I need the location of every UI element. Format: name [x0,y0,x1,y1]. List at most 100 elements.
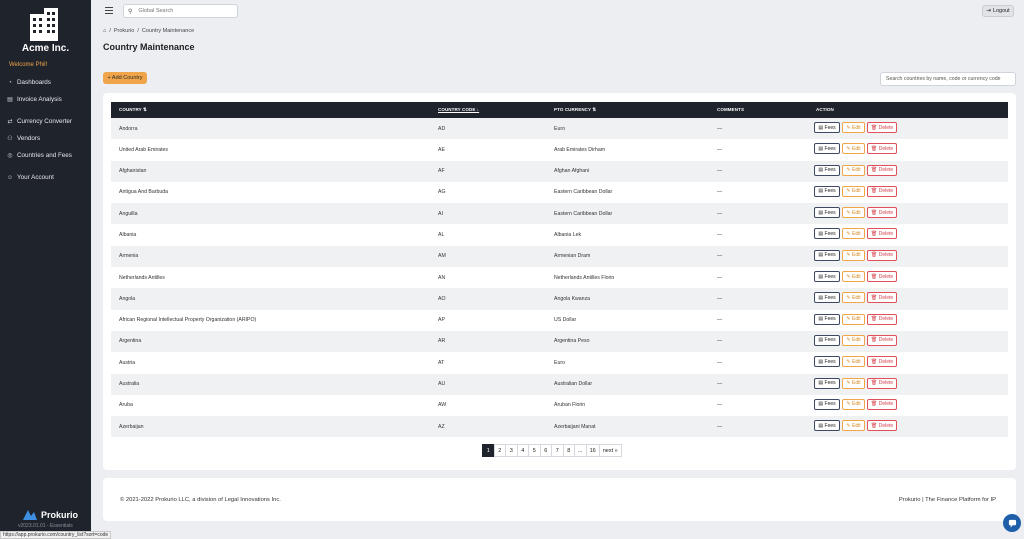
cell-country-code: AN [438,274,446,281]
fees-button[interactable]: ▤ Fees [814,271,840,283]
breadcrumb-current: Country Maintenance [141,28,195,34]
delete-button[interactable]: 🗑 Delete [867,398,897,410]
fees-button[interactable]: ▤ Fees [814,228,840,240]
edit-button[interactable]: ✎ Edit [842,292,865,304]
delete-button[interactable]: 🗑 Delete [867,313,897,325]
global-search[interactable]: ⚲ [123,4,238,18]
fees-button[interactable]: ▤ Fees [814,185,840,197]
cell-comments: — [717,210,723,217]
row-actions: ▤ Fees ✎ Edit 🗑 Delete [814,207,897,219]
sidebar-item-countries-and-fees[interactable]: ◎ Countries and Fees [7,152,72,159]
trash-icon: 🗑 [870,188,878,195]
edit-button[interactable]: ✎ Edit [842,313,865,325]
trash-icon: 🗑 [870,337,878,344]
edit-button[interactable]: ✎ Edit [842,420,865,432]
pagination-next[interactable]: next » [598,444,622,457]
home-icon[interactable]: ⌂ [103,28,106,34]
fees-button[interactable]: ▤ Fees [814,377,840,389]
fees-button[interactable]: ▤ Fees [814,164,840,176]
edit-button[interactable]: ✎ Edit [842,271,865,283]
edit-button[interactable]: ✎ Edit [842,207,865,219]
delete-button[interactable]: 🗑 Delete [867,207,897,219]
fees-button[interactable]: ▤ Fees [814,207,840,219]
edit-button[interactable]: ✎ Edit [842,334,865,346]
cell-pto-currency: Armenian Dram [554,253,591,260]
edit-button[interactable]: ✎ Edit [842,377,865,389]
delete-button[interactable]: 🗑 Delete [867,356,897,368]
breadcrumb-prokurio[interactable]: Prokurio [114,28,134,34]
cell-country: Netherlands Antilles [119,274,165,281]
sidebar-item-invoice-analysis[interactable]: ▤ Invoice Analysis [7,96,62,103]
fees-button[interactable]: ▤ Fees [814,249,840,261]
delete-button[interactable]: 🗑 Delete [867,164,897,176]
trash-icon: 🗑 [870,358,878,365]
chat-icon [1008,519,1016,528]
delete-button[interactable]: 🗑 Delete [867,292,897,304]
delete-button[interactable]: 🗑 Delete [867,377,897,389]
cell-comments: — [717,168,723,175]
pagination-page[interactable]: 16 [585,444,600,457]
cell-pto-currency: Aruban Florin [554,402,586,409]
sidebar-item-your-account[interactable]: ☺ Your Account [7,174,54,181]
header-country-code[interactable]: COUNTRY CODE ↓ [438,107,479,112]
edit-button[interactable]: ✎ Edit [842,249,865,261]
edit-button[interactable]: ✎ Edit [842,356,865,368]
cell-comments: — [717,231,723,238]
fees-icon: ▤ [818,316,824,323]
row-actions: ▤ Fees ✎ Edit 🗑 Delete [814,228,897,240]
menu-toggle-icon[interactable] [105,7,113,14]
delete-button[interactable]: 🗑 Delete [867,185,897,197]
global-search-input[interactable] [138,8,229,14]
edit-icon: ✎ [846,230,851,237]
edit-button[interactable]: ✎ Edit [842,228,865,240]
edit-icon: ✎ [846,337,851,344]
row-actions: ▤ Fees ✎ Edit 🗑 Delete [814,122,897,133]
chat-widget-button[interactable] [1003,514,1021,532]
search-icon: ⚲ [128,8,133,15]
header-pto-currency[interactable]: PTO CURRENCY ⇅ [554,107,596,113]
sidebar-item-currency-converter[interactable]: ⇄ Currency Converter [7,118,72,125]
fees-button[interactable]: ▤ Fees [814,292,840,304]
fees-button[interactable]: ▤ Fees [814,334,840,346]
delete-button[interactable]: 🗑 Delete [867,228,897,240]
logout-button[interactable]: ⇥ Logout [982,5,1014,17]
add-country-button[interactable]: + Add Country [103,72,147,84]
edit-button[interactable]: ✎ Edit [842,122,865,133]
edit-button[interactable]: ✎ Edit [842,164,865,176]
header-country[interactable]: COUNTRY ⇅ [119,107,147,113]
fees-button[interactable]: ▤ Fees [814,122,840,133]
table-row: Afghanistan AF Afghan Afghani — ▤ Fees ✎ Edit 🗑 D… [111,160,1008,182]
fees-icon: ▤ [818,273,824,280]
cell-country: Afghanistan [119,168,147,175]
sidebar-item-label: Dashboards [17,79,51,86]
country-search-input[interactable] [880,72,1016,86]
trash-icon: 🗑 [870,124,878,131]
fees-button[interactable]: ▤ Fees [814,143,840,155]
delete-button[interactable]: 🗑 Delete [867,271,897,283]
delete-button[interactable]: 🗑 Delete [867,122,897,133]
delete-button[interactable]: 🗑 Delete [867,334,897,346]
delete-button[interactable]: 🗑 Delete [867,249,897,261]
cell-country-code: AI [438,210,443,217]
fees-icon: ▤ [818,230,824,237]
cell-country: Aruba [119,402,133,409]
cell-country-code: AT [438,359,445,366]
cell-country-code: AW [438,402,447,409]
sidebar-item-vendors[interactable]: ⚇ Vendors [7,135,40,142]
edit-button[interactable]: ✎ Edit [842,398,865,410]
cell-country-code: AD [438,125,446,132]
cell-country-code: AU [438,381,446,388]
delete-button[interactable]: 🗑 Delete [867,420,897,432]
edit-button[interactable]: ✎ Edit [842,185,865,197]
sidebar-item-label: Currency Converter [17,118,72,125]
edit-button[interactable]: ✎ Edit [842,143,865,155]
cell-pto-currency: Eastern Caribbean Dollar [554,210,613,217]
fees-button[interactable]: ▤ Fees [814,420,840,432]
fees-button[interactable]: ▤ Fees [814,313,840,325]
document-icon: ▤ [7,97,13,103]
fees-button[interactable]: ▤ Fees [814,356,840,368]
sidebar-item-dashboards[interactable]: ◔ Dashboards [7,79,51,86]
delete-button[interactable]: 🗑 Delete [867,143,897,155]
trash-icon: 🗑 [870,230,878,237]
fees-button[interactable]: ▤ Fees [814,398,840,410]
